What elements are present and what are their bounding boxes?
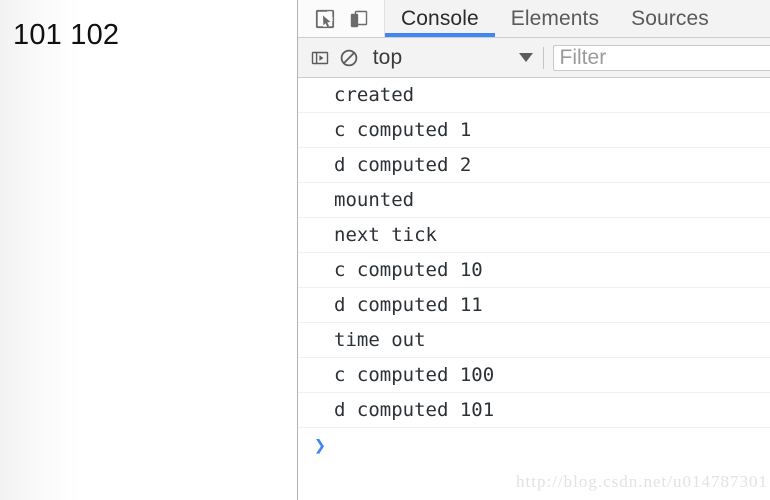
console-message-row[interactable]: c computed 100 xyxy=(298,358,770,393)
console-message-row[interactable]: d computed 2 xyxy=(298,148,770,183)
console-message-text: d computed 11 xyxy=(334,293,483,316)
console-message-row[interactable]: next tick xyxy=(298,218,770,253)
tab-sources[interactable]: Sources xyxy=(615,0,725,37)
console-rows: created c computed 1 d computed 2 mounted ne… xyxy=(298,78,770,428)
toolbar-divider xyxy=(542,46,544,69)
console-context-value: top xyxy=(372,45,403,69)
console-toolbar: top xyxy=(298,38,770,78)
console-context-selector[interactable]: top xyxy=(373,46,541,70)
console-message-text: next tick xyxy=(334,223,437,246)
console-message-row[interactable]: mounted xyxy=(298,183,770,218)
watermark-text: http://blog.csdn.net/u014787301 xyxy=(516,472,768,491)
tab-elements-label: Elements xyxy=(510,6,600,30)
page-output-text: 101 102 xyxy=(13,19,120,51)
clear-console-icon[interactable] xyxy=(336,42,360,74)
prompt-chevron-icon: ❯ xyxy=(314,433,327,457)
device-toolbar-icon[interactable] xyxy=(342,0,376,37)
console-message-row[interactable]: c computed 10 xyxy=(298,253,770,288)
console-message-list[interactable]: created c computed 1 d computed 2 mounted ne… xyxy=(298,78,770,500)
tab-console[interactable]: Console xyxy=(385,0,495,37)
devtools-panel: Console Elements Sources top Filter crea… xyxy=(297,0,770,500)
devtools-tabbar: Console Elements Sources xyxy=(298,0,770,38)
chevron-down-icon xyxy=(518,53,533,62)
screenshot-root: 101 102 Console Elements Sources top Fil… xyxy=(0,0,770,500)
console-message-text: d computed 2 xyxy=(334,153,472,176)
console-message-text: c computed 10 xyxy=(334,258,483,281)
tab-sources-label: Sources xyxy=(631,6,709,30)
tab-elements[interactable]: Elements xyxy=(495,0,615,37)
console-message-text: c computed 100 xyxy=(334,363,495,386)
console-message-row[interactable]: c computed 1 xyxy=(298,113,770,148)
console-message-row[interactable]: d computed 11 xyxy=(298,288,770,323)
console-message-row[interactable]: created xyxy=(298,78,770,113)
tab-console-label: Console xyxy=(401,6,479,30)
devtools-tab-list: Console Elements Sources xyxy=(385,0,725,37)
console-message-row[interactable]: d computed 101 xyxy=(298,393,770,428)
console-message-text: c computed 1 xyxy=(334,118,472,141)
console-message-text: time out xyxy=(334,328,426,351)
console-filter-input[interactable] xyxy=(552,44,770,71)
console-message-text: d computed 101 xyxy=(334,398,495,421)
console-message-text: created xyxy=(334,83,415,106)
console-prompt-row[interactable]: ❯ xyxy=(298,428,770,462)
console-message-text: mounted xyxy=(334,188,415,211)
console-sidebar-icon[interactable] xyxy=(308,42,332,74)
console-message-row[interactable]: time out xyxy=(298,323,770,358)
devtools-tool-icons xyxy=(298,0,385,37)
inspect-element-icon[interactable] xyxy=(308,0,342,37)
page-viewport: 101 102 xyxy=(0,0,297,500)
